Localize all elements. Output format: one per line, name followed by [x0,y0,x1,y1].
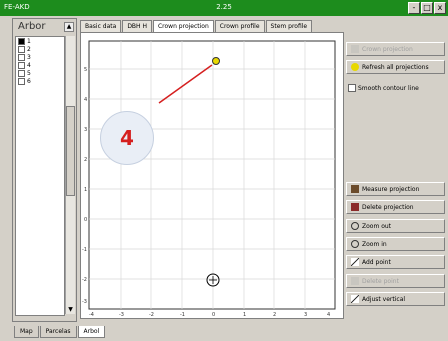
minimize-button[interactable]: - [408,2,420,14]
tab-parcelas[interactable]: Parcelas [39,326,77,338]
y-tick-label: -1 [82,247,87,253]
close-button[interactable]: x [434,2,446,14]
zoom-out-button[interactable]: Zoom out [346,219,445,233]
crown-projection-plot[interactable]: 5 4 3 2 1 0 -1 -2 -3 -4 -3 -2 -1 0 1 2 3… [80,32,344,319]
list-item[interactable]: 5 [16,69,64,77]
tab-stem-profile[interactable]: Stem profile [265,20,313,32]
list-item[interactable]: 4 [16,61,64,69]
x-tick-label: -4 [89,312,94,318]
add-point-button[interactable]: Add point [346,255,445,269]
checkbox[interactable] [18,37,25,45]
y-tick-label: -3 [82,299,87,305]
delete-point-icon [351,277,359,285]
refresh-all-projections-button[interactable]: Refresh all projections [346,60,445,74]
vertical-scrollbar[interactable]: ▼ [65,36,75,314]
x-tick-label: 2 [273,312,276,318]
window-title: 2.25 [216,3,232,11]
zoom-in-button[interactable]: Zoom in [346,237,445,251]
x-tick-label: 0 [212,312,215,318]
tab-crown-projection[interactable]: Crown projection [152,20,214,32]
y-tick-label: -2 [82,277,87,283]
add-point-icon [351,258,359,266]
checkbox[interactable] [348,84,356,92]
tab-map[interactable]: Map [14,326,39,338]
maximize-button[interactable]: □ [421,2,433,14]
tree-list[interactable]: 1 2 3 4 5 6 [15,36,65,316]
tree-panel-title: Arbor [18,21,46,32]
crown-projection-icon [351,45,359,53]
tree-icon [351,185,359,193]
plot-canvas[interactable]: 5 4 3 2 1 0 -1 -2 -3 -4 -3 -2 -1 0 1 2 3… [81,33,343,318]
checkbox[interactable] [18,61,25,69]
delete-icon [351,203,359,211]
smooth-contour-checkbox[interactable]: Smooth contour line [348,84,419,92]
x-tick-label: 3 [304,312,307,318]
x-tick-label: 1 [243,312,246,318]
tab-dbh-h[interactable]: DBH H [122,20,152,32]
adjust-icon [351,295,359,303]
delete-projection-button[interactable]: Delete projection [346,200,445,214]
bottom-tab-bar: Map Parcelas Arbol [14,326,106,338]
tab-arbol[interactable]: Arbol [77,326,106,338]
title-bar: FE-AKD 2.25 - □ x [0,0,448,16]
x-tick-label: -1 [180,312,185,318]
list-item[interactable]: 1 [16,37,64,45]
y-tick-label: 0 [84,217,87,223]
adjust-vertical-button[interactable]: Adjust vertical [346,292,445,306]
x-tick-label: -3 [119,312,124,318]
tree-panel-header: Arbor ▲ [13,19,76,35]
window-controls: - □ x [408,2,446,14]
y-tick-label: 2 [84,157,87,163]
tab-bar: Basic data DBH H Crown projection Crown … [80,20,313,32]
y-tick-label: 3 [84,127,87,133]
crown-projection-button[interactable]: Crown projection [346,42,445,56]
y-tick-label: 4 [84,97,87,103]
y-tick-label: 1 [84,187,87,193]
checkbox[interactable] [18,45,25,53]
list-item[interactable]: 3 [16,53,64,61]
tool-panel: Crown projection Refresh all projections… [346,32,446,317]
x-tick-label: -2 [149,312,154,318]
scroll-thumb[interactable] [66,106,75,196]
x-tick-label: 4 [327,312,330,318]
zoom-out-icon [351,222,359,230]
measure-projection-button[interactable]: Measure projection [346,182,445,196]
callout-badge: 4 [100,111,154,165]
delete-point-button[interactable]: Delete point [346,274,445,288]
checkbox[interactable] [18,77,25,85]
checkbox[interactable] [18,53,25,61]
tab-crown-profile[interactable]: Crown profile [214,20,265,32]
crown-point-marker[interactable] [212,57,220,65]
y-tick-label: 5 [84,67,87,73]
zoom-in-icon [351,240,359,248]
refresh-icon [351,63,359,71]
list-item[interactable]: 6 [16,77,64,85]
tab-basic-data[interactable]: Basic data [80,20,122,32]
list-item[interactable]: 2 [16,45,64,53]
checkbox[interactable] [18,69,25,77]
tree-panel: Arbor ▲ 1 2 3 4 5 6 ▼ [12,18,77,322]
pin-icon[interactable]: ▲ [64,22,74,32]
scroll-down-icon[interactable]: ▼ [66,305,75,314]
